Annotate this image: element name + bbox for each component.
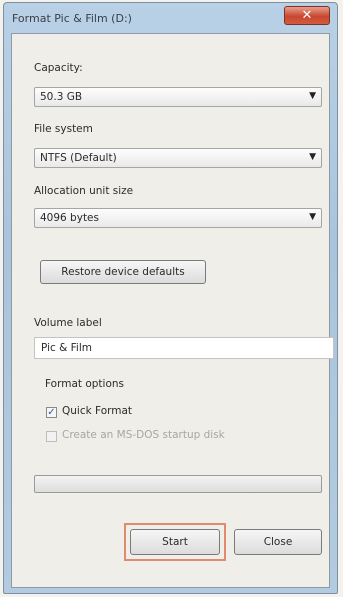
format-options-heading: Format options <box>45 378 125 390</box>
close-icon: ✕ <box>301 8 313 23</box>
dropdown-arrow-icon: ▼ <box>309 91 316 101</box>
title-bar[interactable]: Format Pic & Film (D:) ✕ <box>4 3 337 33</box>
allocation-label: Allocation unit size <box>34 185 134 197</box>
volume-label-input[interactable]: Pic & Film <box>34 337 334 359</box>
dropdown-arrow-icon: ▼ <box>309 212 316 222</box>
msdos-startup-checkbox[interactable] <box>46 431 57 442</box>
restore-defaults-button[interactable]: Restore device defaults <box>40 260 206 284</box>
allocation-value: 4096 bytes <box>40 212 99 224</box>
dialog-body: Capacity: 50.3 GB ▼ File system NTFS (De… <box>11 33 334 588</box>
close-button-label: Close <box>263 536 293 548</box>
checkmark-icon: ✓ <box>47 407 56 418</box>
volume-label-label: Volume label <box>34 317 102 329</box>
window-close-button[interactable]: ✕ <box>284 6 330 25</box>
start-button-label: Start <box>162 536 188 548</box>
msdos-startup-label: Create an MS-DOS startup disk <box>62 429 225 441</box>
format-dialog: Format Pic & Film (D:) ✕ Capacity: 50.3 … <box>3 2 338 594</box>
restore-defaults-label: Restore device defaults <box>61 266 185 278</box>
close-button[interactable]: Close <box>234 529 322 555</box>
capacity-label: Capacity: <box>34 62 83 74</box>
quick-format-label: Quick Format <box>62 405 133 417</box>
format-progress-bar <box>34 475 322 493</box>
file-system-select[interactable]: NTFS (Default) ▼ <box>34 148 322 168</box>
capacity-value: 50.3 GB <box>40 91 83 103</box>
allocation-select[interactable]: 4096 bytes ▼ <box>34 208 322 228</box>
file-system-value: NTFS (Default) <box>40 152 117 164</box>
window-title: Format Pic & Film (D:) <box>12 12 132 25</box>
start-button[interactable]: Start <box>130 529 220 555</box>
dropdown-arrow-icon: ▼ <box>309 152 316 162</box>
capacity-select[interactable]: 50.3 GB ▼ <box>34 87 322 107</box>
volume-label-value: Pic & Film <box>41 342 92 354</box>
quick-format-checkbox[interactable]: ✓ <box>46 407 57 418</box>
file-system-label: File system <box>34 123 93 135</box>
